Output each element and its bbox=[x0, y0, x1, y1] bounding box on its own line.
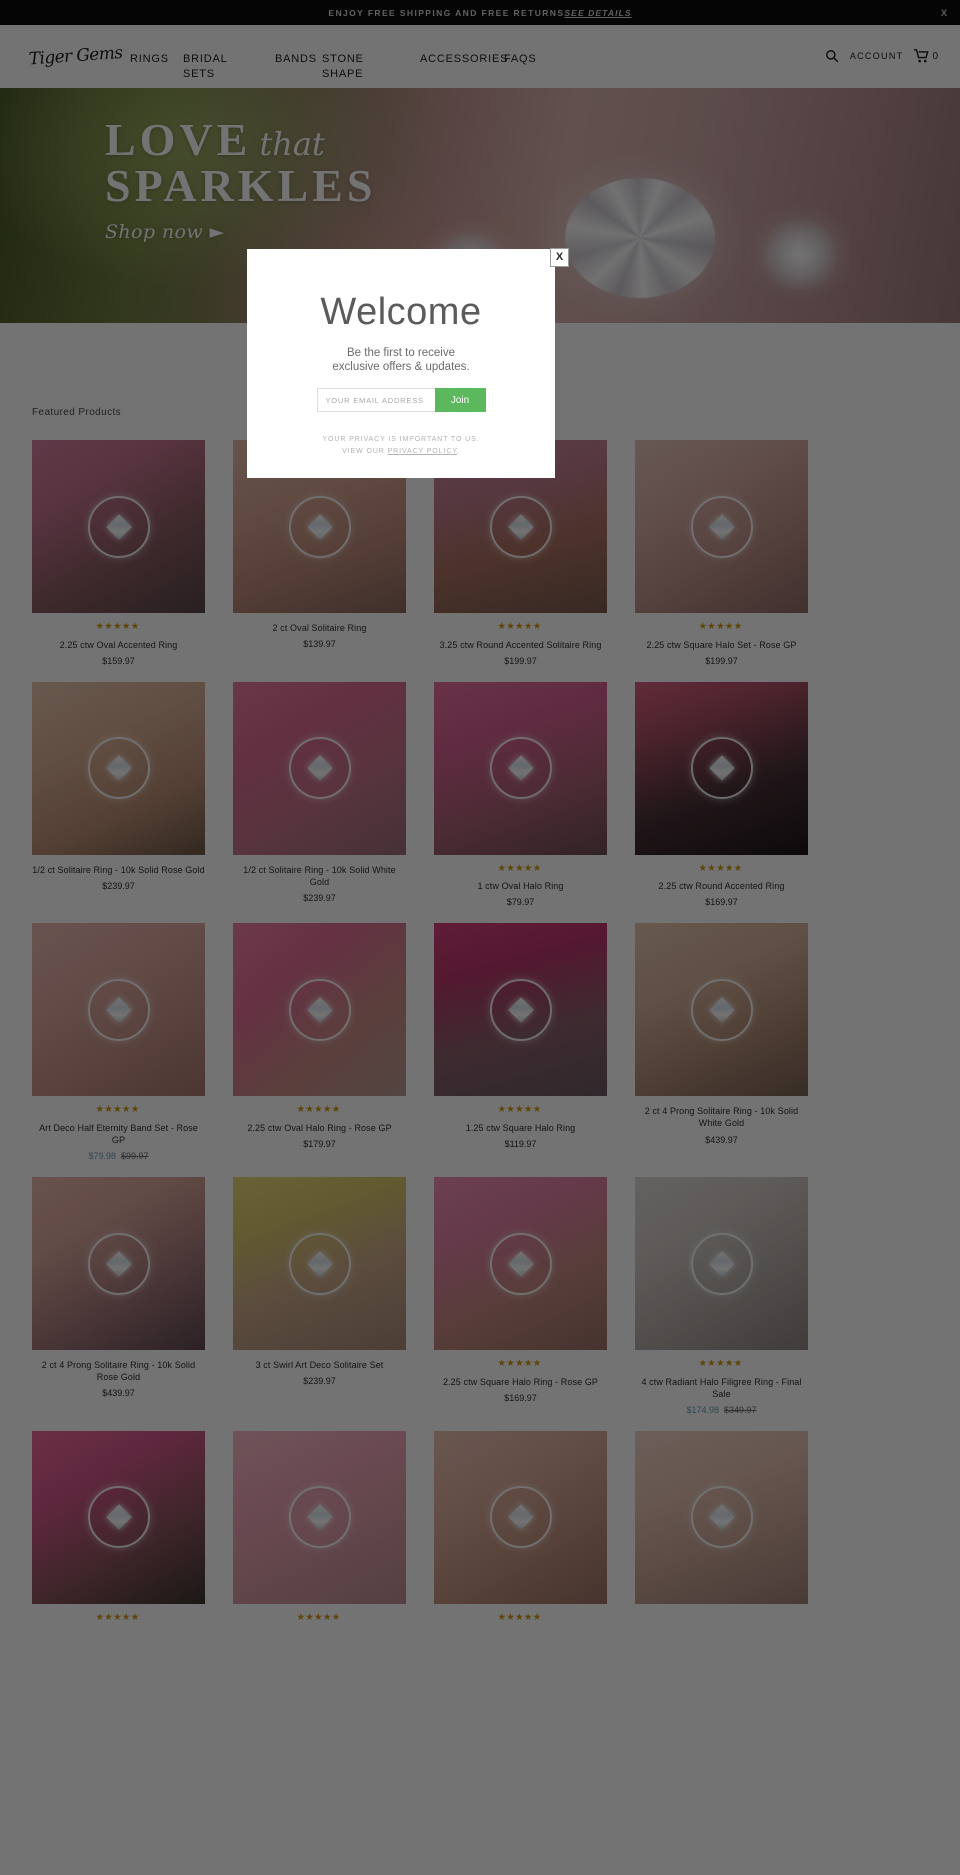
join-button[interactable]: Join bbox=[434, 388, 486, 413]
modal-subtitle: Be the first to receive exclusive offers… bbox=[247, 334, 555, 374]
email-input[interactable] bbox=[316, 388, 435, 413]
privacy-prefix: VIEW OUR bbox=[342, 448, 388, 456]
modal-heading: Welcome bbox=[320, 291, 482, 333]
privacy-policy-link[interactable]: PRIVACY POLICY bbox=[388, 448, 457, 455]
newsletter-form: Join bbox=[247, 374, 555, 413]
newsletter-modal: X Welcome Be the first to receive exclus… bbox=[247, 248, 569, 478]
modal-subtitle-line1: Be the first to receive bbox=[346, 347, 456, 359]
privacy-line-1: YOUR PRIVACY IS IMPORTANT TO US. bbox=[322, 436, 480, 444]
modal-privacy-note: YOUR PRIVACY IS IMPORTANT TO US. VIEW OU… bbox=[247, 412, 555, 459]
modal-close-button[interactable]: X bbox=[550, 248, 569, 267]
privacy-suffix: . bbox=[456, 448, 460, 456]
modal-subtitle-line2: exclusive offers & updates. bbox=[332, 361, 470, 374]
privacy-line-2: VIEW OUR PRIVACY POLICY. bbox=[247, 446, 555, 458]
